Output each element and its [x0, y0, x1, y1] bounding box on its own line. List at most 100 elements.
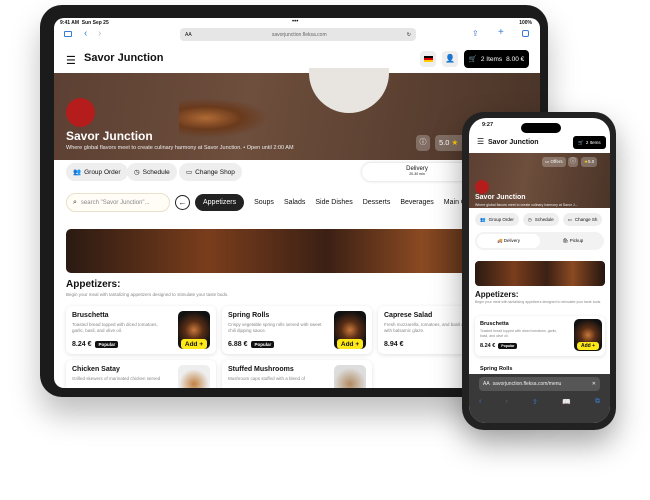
status-date: Sun Sep 25: [81, 20, 109, 26]
shop-icon: ▭: [186, 169, 193, 176]
category-banner-image: [475, 261, 605, 286]
status-time: 9:41 AM: [60, 20, 79, 26]
item-price: 8.24 €: [480, 343, 496, 349]
url-text: savorjunction.fleksa.com: [271, 31, 327, 38]
phone-status-time: 9:27: [482, 122, 494, 128]
tab-desserts[interactable]: Desserts: [363, 199, 391, 206]
battery-status: 100%: [519, 20, 532, 26]
item-name: Spring Rolls: [228, 312, 270, 319]
hero-title: Savor Junction: [66, 129, 153, 143]
schedule-button[interactable]: ◷ Schedule: [522, 213, 559, 226]
popular-badge: Popular: [498, 343, 518, 349]
phone-section-title: Appetizers:: [475, 290, 519, 299]
hero-subtitle: Where global flavors meet to create culi…: [66, 145, 242, 151]
tab-soups[interactable]: Soups: [254, 199, 274, 206]
item-name: Bruschetta: [480, 321, 509, 327]
offers-button[interactable]: ▭ Offers: [542, 157, 566, 167]
hero-food-image: [179, 98, 269, 138]
menu-icon[interactable]: ☰: [66, 54, 76, 67]
item-price: 8.24 €: [72, 341, 92, 348]
bookmarks-icon[interactable]: 📖: [562, 398, 571, 406]
arrow-left-icon[interactable]: ←: [175, 195, 190, 210]
item-name: Stuffed Mushrooms: [228, 366, 294, 373]
section-subtitle: Begin your meal with tantalizing appetiz…: [66, 292, 229, 297]
menu-item-card[interactable]: Bruschetta Toasted bread topped with dic…: [66, 306, 216, 354]
language-button[interactable]: [420, 51, 436, 67]
search-input[interactable]: ⌕ search "Savor Junction"...: [66, 193, 170, 212]
phone-site-title[interactable]: Savor Junction: [488, 139, 539, 146]
pickup-option[interactable]: 🛍 Pickup: [543, 234, 603, 248]
url-text: savorjunction.fleksa.com/menu: [492, 381, 562, 387]
item-price: 8.94 €: [384, 341, 404, 348]
restaurant-logo: [475, 180, 489, 194]
reload-icon[interactable]: ↻: [407, 32, 411, 38]
multitask-dots[interactable]: •••: [292, 19, 298, 25]
menu-item-card[interactable]: Chicken Satay Grilled skewers of marinat…: [66, 360, 216, 388]
add-button[interactable]: Add +: [181, 339, 207, 349]
menu-item-card[interactable]: Bruschetta Toasted bread topped with dic…: [475, 316, 605, 356]
group-order-button[interactable]: 👥 Group Order: [66, 163, 128, 181]
item-name: Caprese Salad: [384, 312, 433, 319]
change-shop-button[interactable]: ▭ Change Sh: [562, 213, 603, 226]
item-description: Grilled skewers of marinated chicken ser…: [72, 376, 161, 381]
url-bar[interactable]: AA savorjunction.fleksa.com ↻: [180, 28, 416, 41]
schedule-button[interactable]: ◷ Schedule: [127, 163, 177, 181]
group-icon: 👥: [73, 169, 82, 176]
close-icon[interactable]: ✕: [592, 381, 596, 387]
popular-badge: Popular: [95, 341, 119, 348]
phone-hero: ▭ Offers ⓘ ★5.0 Savor Junction Where glo…: [469, 153, 610, 208]
delivery-option[interactable]: 🚚 Delivery: [477, 234, 540, 248]
forward-icon[interactable]: ›: [98, 28, 101, 39]
delivery-pickup-toggle: 🚚 Delivery 🛍 Pickup: [475, 232, 604, 250]
phone-hero-title: Savor Junction: [475, 194, 526, 201]
forward-icon[interactable]: ›: [506, 398, 508, 406]
tab-side-dishes[interactable]: Side Dishes: [315, 199, 352, 206]
user-icon[interactable]: 👤: [442, 51, 458, 67]
cart-button[interactable]: 🛒 2 Items 8.00 €: [464, 50, 529, 68]
tab-appetizers[interactable]: Appetizers: [195, 194, 245, 211]
phone-cart-button[interactable]: 🛒 2 Items: [573, 136, 606, 149]
search-icon: ⌕: [73, 198, 77, 206]
share-icon[interactable]: ⇪: [472, 29, 479, 38]
phone-rating-badge[interactable]: ★5.0: [581, 157, 598, 167]
menu-icon[interactable]: ☰: [477, 137, 484, 146]
delivery-toggle[interactable]: Delivery 20-30 min: [362, 163, 472, 181]
item-description: Crispy vegetable spring rolls served wit…: [228, 322, 322, 333]
category-tabs: Appetizers Soups Salads Side Dishes Dess…: [195, 193, 474, 212]
item-image: [178, 365, 210, 388]
reader-aa[interactable]: AA: [185, 32, 192, 38]
open-hours: Open until 2:00 AM: [246, 145, 294, 151]
restaurant-logo: [66, 98, 95, 127]
rating-badge[interactable]: 5.0 ★: [435, 135, 465, 151]
tab-salads[interactable]: Salads: [284, 199, 305, 206]
change-shop-button[interactable]: ▭ Change Shop: [179, 163, 242, 181]
group-order-button[interactable]: 👥 Group Order: [475, 213, 519, 226]
item-name: Spring Rolls: [480, 366, 513, 372]
info-icon[interactable]: ⓘ: [568, 157, 578, 167]
menu-item-card[interactable]: Spring Rolls Crispy vegetable spring rol…: [222, 306, 372, 354]
star-icon: ★: [451, 138, 459, 147]
safari-bottom-bar: AA savorjunction.fleksa.com/menu ✕ ‹ › ⇪ 📖 ⧉: [469, 374, 610, 423]
back-icon[interactable]: ‹: [479, 398, 481, 406]
tabs-icon[interactable]: [522, 30, 529, 37]
section-title: Appetizers:: [66, 279, 121, 290]
popular-badge: Popular: [251, 341, 275, 348]
add-button[interactable]: Add +: [577, 342, 599, 350]
clock-icon: ◷: [134, 169, 140, 176]
tab-beverages[interactable]: Beverages: [400, 199, 433, 206]
site-title[interactable]: Savor Junction: [84, 52, 163, 64]
dynamic-island: [521, 123, 561, 133]
phone-url-bar[interactable]: AA savorjunction.fleksa.com/menu ✕: [479, 377, 600, 391]
item-price: 6.88 €: [228, 341, 248, 348]
tabs-icon[interactable]: ⧉: [595, 398, 600, 406]
back-icon[interactable]: ‹: [84, 28, 87, 39]
new-tab-icon[interactable]: +: [498, 27, 504, 38]
sidebar-icon[interactable]: [64, 31, 72, 37]
menu-item-card[interactable]: Stuffed Mushrooms Mushroom caps stuffed …: [222, 360, 372, 388]
add-button[interactable]: Add +: [337, 339, 363, 349]
phone-section-subtitle: Begin your meal with tantalizing appetiz…: [475, 300, 602, 304]
info-icon[interactable]: ⓘ: [416, 135, 430, 151]
item-description: Toasted bread topped with diced tomatoes…: [72, 322, 158, 333]
phone-hero-subtitle: Where global flavors meet to create culi…: [475, 203, 578, 207]
share-icon[interactable]: ⇪: [532, 398, 538, 406]
